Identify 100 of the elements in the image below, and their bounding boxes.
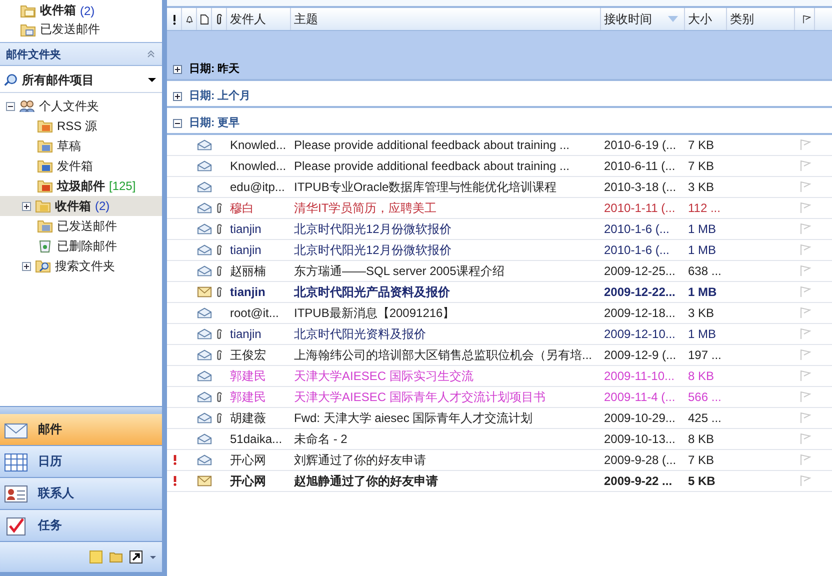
flag-icon[interactable] [799,181,811,193]
subject-cell-text: 未命名 - 2 [293,430,348,448]
open-envelope-icon [197,328,212,340]
sender-cell-text: Knowled... [229,159,288,173]
sender-cell-text: tianjin [229,243,262,257]
column-header[interactable]: 发件人 [227,8,291,30]
column-header[interactable]: 类别 [727,8,795,30]
group-header[interactable]: 日期: 上个月 [167,81,832,108]
received-cell-text: 2009-11-10... [603,369,676,383]
flag-icon[interactable] [799,202,811,214]
received-cell-text: 2009-12-9 (... [603,348,678,362]
bell-icon [184,14,194,24]
received-cell-text: 2009-12-22... [603,285,676,299]
flag-icon[interactable] [799,391,811,403]
subject-cell-text: 北京时代阳光资料及报价 [293,326,427,342]
tree-toggle[interactable] [6,102,15,110]
size-cell-text: 5 KB [687,474,716,488]
shortcut-icon[interactable] [129,550,143,564]
folder-icon [20,4,36,18]
tree-item[interactable]: 搜索文件夹 [55,258,115,274]
nav-button[interactable]: 邮件 [0,414,162,446]
received-cell-text: 2010-1-6 (... [603,243,670,257]
size-cell-text: 3 KB [687,306,716,320]
flag-icon[interactable] [799,370,811,382]
paperclip-icon [214,14,224,24]
received-cell-text: 2009-10-13... [603,432,676,446]
view-dropdown[interactable]: 所有邮件项目 [0,68,162,93]
size-cell-text: 7 KB [687,138,716,152]
tree-item[interactable]: 收件箱 [55,198,91,214]
group-toggle[interactable] [173,92,182,101]
size-cell-text: 8 KB [687,432,716,446]
sender-cell-text: 郭建民 [229,368,267,384]
flag-icon[interactable] [799,475,811,487]
tree-item[interactable]: 发件箱 [57,158,93,174]
collapse-chevron-icon[interactable] [146,49,156,59]
subject-cell-text: 上海翰纬公司的培训部大区销售总监职位机会（另有培... [293,346,594,364]
open-envelope-icon [197,391,212,403]
group-toggle[interactable] [173,65,182,74]
size-cell-text: 1 MB [687,222,718,236]
flag-icon[interactable] [799,454,811,466]
group-label: 日期: 更早 [189,116,240,130]
tree-item[interactable]: RSS 源 [57,118,98,134]
dropdown-arrow-icon[interactable] [149,553,157,561]
open-envelope-icon [197,412,212,424]
sender-cell-text: 51daika... [229,432,284,446]
subject-cell-text: Fwd: 天津大学 aiesec 国际青年人才交流计划 [293,410,534,426]
nav-button[interactable]: 日历 [0,446,162,478]
flag-icon[interactable] [799,139,811,151]
closed-envelope-icon [197,286,212,298]
open-envelope-icon [197,181,212,193]
tree-item[interactable]: 垃圾邮件 [57,178,105,194]
flag-icon[interactable] [799,349,811,361]
subject-cell-text: ITPUB最新消息【20091216】 [293,304,456,322]
received-cell-text: 2010-6-11 (... [603,159,676,173]
size-cell-text: 566 ... [687,390,722,404]
calendar-icon [4,452,28,472]
sender-cell-text: 穆白 [229,200,255,216]
flag-icon[interactable] [799,223,811,235]
subject-cell-text: ITPUB专业Oracle数据库管理与性能优化培训课程 [293,178,558,196]
note-icon[interactable] [89,550,103,564]
folder-icon [37,219,53,233]
received-cell-text: 2009-12-10... [603,327,676,341]
column-header[interactable]: 主题 [291,8,601,30]
tree-item[interactable]: 已删除邮件 [57,238,117,254]
nav-button[interactable]: 任务 [0,510,162,542]
group-label: 日期: 昨天 [189,62,240,76]
folder-icon[interactable] [109,550,123,564]
tree-toggle[interactable] [22,262,31,270]
subject-cell-text: 清华IT学员简历，应聘美工 [293,200,438,216]
column-header[interactable]: 大小 [685,8,727,30]
tree-toggle[interactable] [22,202,31,210]
flag-icon[interactable] [799,286,811,298]
folder-icon [20,22,36,36]
flag-icon[interactable] [799,265,811,277]
group-header[interactable]: 日期: 更早 [167,108,832,135]
flag-icon[interactable] [799,433,811,445]
size-cell-text: 1 MB [687,243,718,257]
group-toggle[interactable] [173,119,182,128]
nav-button[interactable]: 联系人 [0,478,162,510]
open-envelope-icon [197,223,212,235]
flag-icon[interactable] [799,307,811,319]
received-cell-text: 2009-12-25... [603,264,676,278]
tree-item[interactable]: 已发送邮件 [57,218,117,234]
group-header[interactable]: 日期: 昨天 [167,31,832,81]
received-cell-text: 2010-1-6 (... [603,222,670,236]
column-header[interactable]: 接收时间 [601,8,685,30]
flag-icon[interactable] [799,244,811,256]
splitter-handle[interactable] [0,406,162,414]
open-envelope-icon [197,202,212,214]
folder-icon [37,139,53,153]
favorite-folder[interactable]: 收件箱 [40,2,76,19]
size-cell-text: 7 KB [687,159,716,173]
received-cell-text: 2010-1-11 (... [603,201,676,215]
sender-cell-text: 赵丽楠 [229,262,267,280]
flag-icon[interactable] [799,328,811,340]
flag-icon[interactable] [799,412,811,424]
favorite-folder[interactable]: 已发送邮件 [40,21,100,38]
tree-item[interactable]: 个人文件夹 [39,98,99,114]
flag-icon[interactable] [799,160,811,172]
tree-item[interactable]: 草稿 [57,138,81,154]
